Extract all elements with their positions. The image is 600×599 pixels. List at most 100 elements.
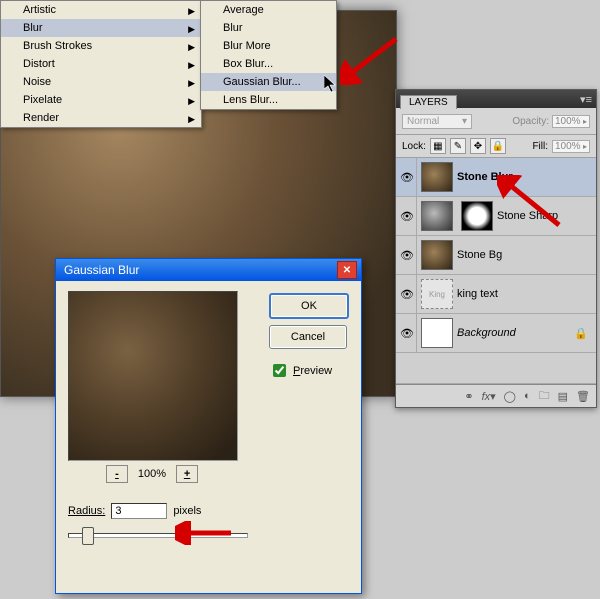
layer-row[interactable]: 👁 Stone Sharp (396, 197, 596, 236)
blend-mode-value: Normal (407, 116, 439, 127)
eye-icon: 👁 (400, 210, 414, 223)
layer-name[interactable]: Background (457, 327, 516, 339)
layer-row[interactable]: 👁 Stone Blur (396, 158, 596, 197)
dialog-titlebar[interactable]: Gaussian Blur ✕ (56, 259, 361, 281)
layers-footer: ⚭ fx▾ ◯ ◐ 🗀 ▤ 🗑 (396, 384, 596, 407)
chevron-right-icon: ▸ (583, 117, 587, 126)
menu-item-artistic[interactable]: Artistic▶ (1, 1, 201, 19)
fill-label: Fill: (532, 141, 548, 152)
chevron-down-icon: ▾ (462, 116, 467, 127)
submenu-arrow-icon: ▶ (188, 4, 195, 18)
visibility-toggle[interactable]: 👁 (398, 197, 417, 235)
lock-label: Lock: (402, 141, 426, 152)
submenu-item-blur-more[interactable]: Blur More (201, 37, 336, 55)
layer-name[interactable]: Stone Blur (457, 171, 513, 183)
layer-name[interactable]: Stone Bg (457, 249, 502, 261)
layer-thumbnail[interactable]: King (421, 279, 453, 309)
ok-button[interactable]: OK (269, 293, 349, 319)
layer-row[interactable]: 👁 King king text (396, 275, 596, 314)
submenu-item-lens-blur[interactable]: Lens Blur... (201, 91, 336, 109)
adjustment-layer-icon[interactable]: ◐ (524, 390, 531, 402)
chevron-right-icon: ▸ (583, 142, 587, 151)
submenu-arrow-icon: ▶ (188, 22, 195, 36)
radius-slider[interactable] (68, 525, 248, 543)
lock-icon: 🔒 (574, 327, 588, 340)
opacity-group: Opacity: 100% ▸ (512, 115, 590, 128)
layers-empty-area[interactable] (396, 353, 596, 384)
zoom-controls: - 100% + (68, 465, 236, 483)
opacity-value: 100% (555, 116, 581, 127)
layer-row[interactable]: 👁 Background 🔒 (396, 314, 596, 353)
submenu-item-gaussian-blur[interactable]: Gaussian Blur... (201, 73, 336, 91)
layer-name[interactable]: Stone Sharp (497, 210, 558, 222)
fill-value: 100% (555, 141, 581, 152)
dialog-body: - 100% + Radius: pixels OK Cancel Previe… (56, 281, 361, 593)
submenu-item-box-blur[interactable]: Box Blur... (201, 55, 336, 73)
submenu-item-blur[interactable]: Blur (201, 19, 336, 37)
lock-transparent-icon[interactable]: ▦ (430, 138, 446, 154)
eye-icon: 👁 (400, 249, 414, 262)
fill-field[interactable]: 100% ▸ (552, 140, 590, 153)
layers-tabs: LAYERS ▾≡ (396, 90, 596, 108)
panel-menu-icon[interactable]: ▾≡ (580, 93, 596, 106)
zoom-value: 100% (138, 468, 166, 480)
layers-options-row: Normal ▾ Opacity: 100% ▸ (396, 108, 596, 135)
layer-mask-thumbnail[interactable] (461, 201, 493, 231)
visibility-toggle[interactable]: 👁 (398, 314, 417, 352)
lock-all-icon[interactable]: 🔒 (490, 138, 506, 154)
layer-mask-icon[interactable]: ◯ (504, 390, 516, 403)
blend-mode-dropdown[interactable]: Normal ▾ (402, 114, 472, 129)
submenu-item-average[interactable]: Average (201, 1, 336, 19)
radius-label: Radius: (68, 505, 105, 517)
radius-input[interactable] (111, 503, 167, 519)
menu-item-pixelate[interactable]: Pixelate▶ (1, 91, 201, 109)
zoom-in-button[interactable]: + (176, 465, 198, 483)
eye-icon: 👁 (400, 171, 414, 184)
layer-row[interactable]: 👁 Stone Bg (396, 236, 596, 275)
preview-checkbox-group[interactable]: Preview (269, 361, 332, 380)
layers-list: 👁 Stone Blur 👁 Stone Sharp 👁 Stone Bg 👁 Kingkin… (396, 158, 596, 353)
layers-lock-row: Lock: ▦ ✎ ✥ 🔒 Fill: 100% ▸ (396, 135, 596, 158)
layer-thumbnail[interactable] (421, 201, 453, 231)
layers-panel: LAYERS ▾≡ Normal ▾ Opacity: 100% ▸ Lock:… (395, 89, 597, 408)
submenu-arrow-icon: ▶ (188, 40, 195, 54)
layers-tab[interactable]: LAYERS (400, 95, 457, 109)
submenu-arrow-icon: ▶ (188, 58, 195, 72)
visibility-toggle[interactable]: 👁 (398, 275, 417, 313)
eye-icon: 👁 (400, 288, 414, 301)
gaussian-blur-dialog: Gaussian Blur ✕ - 100% + Radius: pixels … (55, 258, 362, 594)
submenu-arrow-icon: ▶ (188, 76, 195, 90)
new-group-icon[interactable]: 🗀 (539, 387, 550, 406)
visibility-toggle[interactable]: 👁 (398, 158, 417, 196)
radius-unit: pixels (173, 505, 201, 517)
new-layer-icon[interactable]: ▤ (558, 390, 568, 403)
layer-thumbnail[interactable] (421, 162, 453, 192)
layer-name[interactable]: king text (457, 288, 498, 300)
eye-icon: 👁 (400, 327, 414, 340)
lock-position-icon[interactable]: ✥ (470, 138, 486, 154)
visibility-toggle[interactable]: 👁 (398, 236, 417, 274)
filter-menu: Artistic▶Blur▶Brush Strokes▶Distort▶Nois… (0, 0, 202, 128)
preview-label: Preview (293, 365, 332, 377)
cancel-button[interactable]: Cancel (269, 325, 347, 349)
dialog-buttons: OK Cancel Preview (269, 293, 349, 380)
menu-item-blur[interactable]: Blur▶ (1, 19, 201, 37)
close-button[interactable]: ✕ (337, 261, 357, 279)
menu-item-noise[interactable]: Noise▶ (1, 73, 201, 91)
lock-pixels-icon[interactable]: ✎ (450, 138, 466, 154)
slider-thumb[interactable] (82, 527, 94, 545)
layer-thumbnail[interactable] (421, 318, 453, 348)
preview-checkbox[interactable] (273, 364, 286, 377)
blur-preview[interactable] (68, 291, 238, 461)
menu-item-render[interactable]: Render▶ (1, 109, 201, 127)
opacity-field[interactable]: 100% ▸ (552, 115, 590, 128)
submenu-arrow-icon: ▶ (188, 94, 195, 108)
layer-thumbnail[interactable] (421, 240, 453, 270)
delete-layer-icon[interactable]: 🗑 (576, 390, 590, 403)
link-layers-icon[interactable]: ⚭ (464, 390, 473, 403)
layer-style-icon[interactable]: fx▾ (482, 390, 496, 403)
radius-row: Radius: pixels (68, 503, 349, 519)
zoom-out-button[interactable]: - (106, 465, 128, 483)
menu-item-distort[interactable]: Distort▶ (1, 55, 201, 73)
menu-item-brush-strokes[interactable]: Brush Strokes▶ (1, 37, 201, 55)
